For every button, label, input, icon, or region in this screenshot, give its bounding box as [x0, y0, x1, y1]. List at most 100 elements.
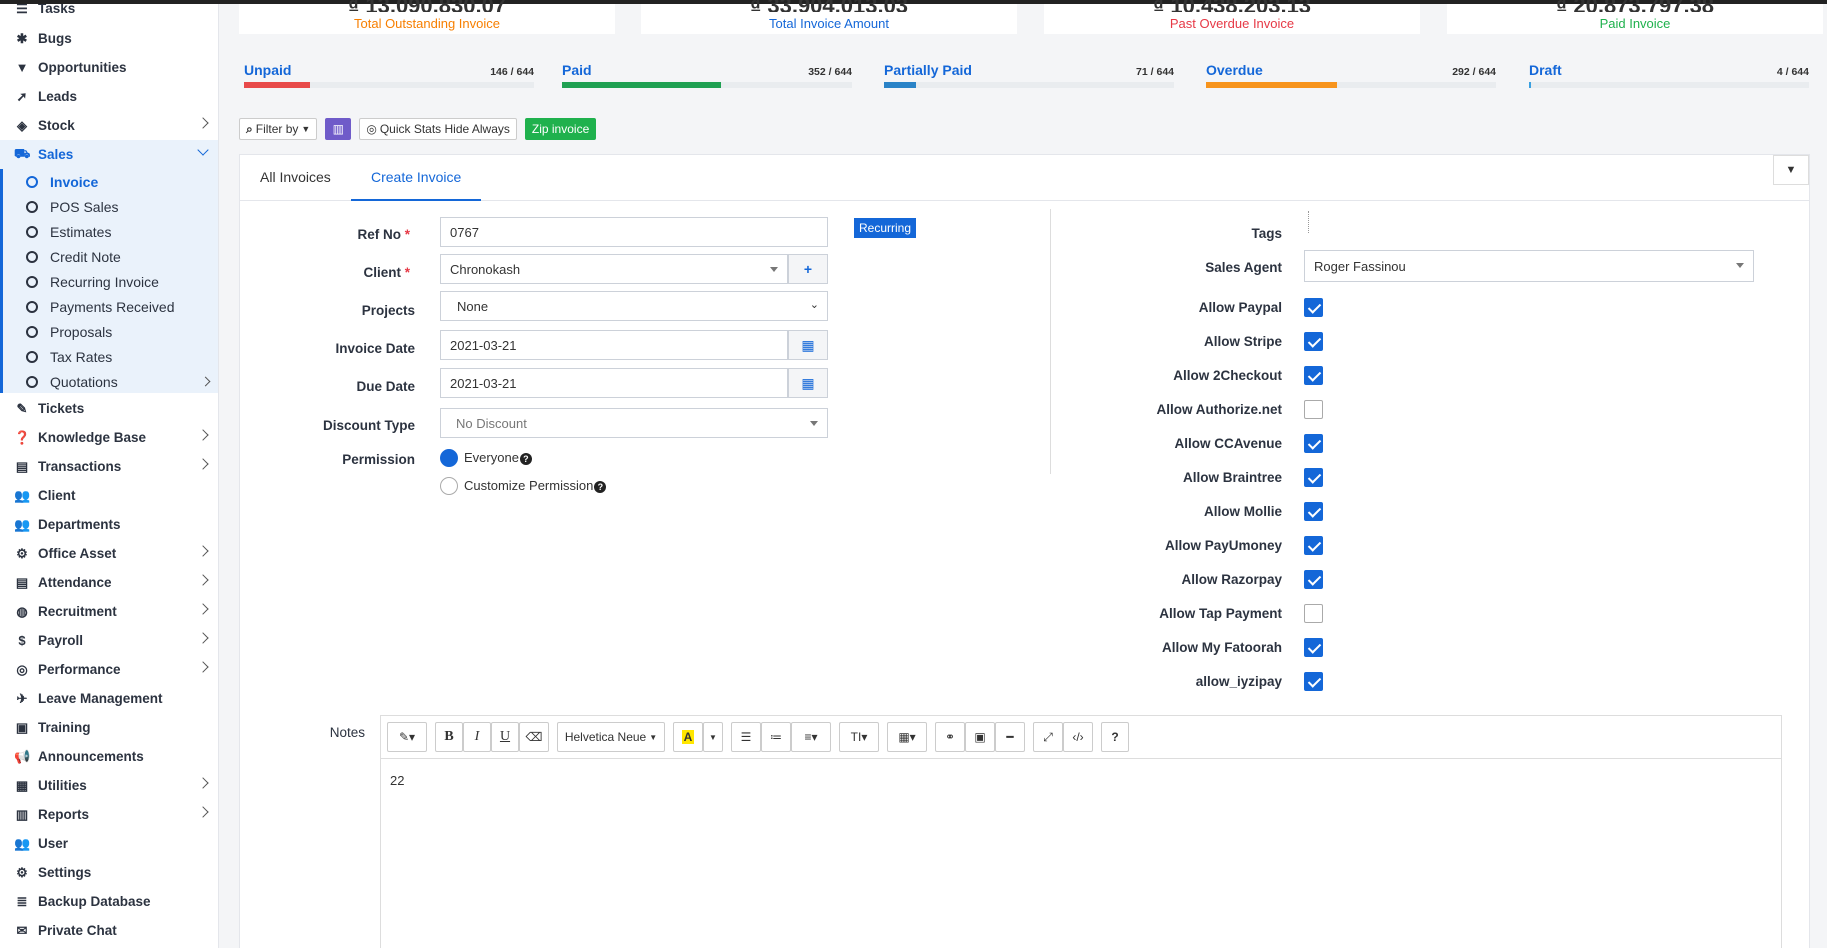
sidebar-item-transactions[interactable]: ▤ Transactions: [0, 452, 218, 481]
permission-customize-radio[interactable]: [440, 477, 458, 495]
progress-overdue[interactable]: Overdue 292 / 644: [1201, 52, 1501, 94]
progress-draft[interactable]: Draft 4 / 644: [1524, 52, 1814, 94]
due-date-picker[interactable]: ▦: [788, 368, 828, 398]
sidebar-subitem-estimates[interactable]: Estimates: [0, 219, 218, 244]
table-button[interactable]: ▦▾: [887, 722, 927, 752]
style-button[interactable]: ✎▾: [387, 722, 427, 752]
sidebar-subitem-quotations[interactable]: Quotations: [0, 369, 218, 394]
progress-paid[interactable]: Paid 352 / 644: [557, 52, 857, 94]
paragraph-button[interactable]: ≡▾: [791, 722, 831, 752]
payment-checkbox[interactable]: [1304, 536, 1323, 555]
payment-checkbox[interactable]: [1304, 332, 1323, 351]
ref-no-input[interactable]: 0767: [440, 217, 828, 247]
sidebar-subitem-proposals[interactable]: Proposals: [0, 319, 218, 344]
payment-checkbox[interactable]: [1304, 400, 1323, 419]
notes-editor[interactable]: ✎▾ B I U ⌫ Helvetica Neue ▼ A ▼ ☰ ≔ ≡▾ TI…: [380, 715, 1782, 948]
permission-everyone-radio[interactable]: [440, 449, 458, 467]
sidebar-item-bugs[interactable]: ✱ Bugs: [0, 24, 218, 53]
sidebar-item-opportunities[interactable]: ▼ Opportunities: [0, 53, 218, 82]
recurring-button[interactable]: Recurring: [854, 218, 917, 238]
italic-button[interactable]: I: [463, 722, 491, 752]
sidebar-item-knowledge-base[interactable]: ❓ Knowledge Base: [0, 423, 218, 452]
sales-agent-select[interactable]: Roger Fassinou: [1304, 250, 1754, 282]
client-select[interactable]: Chronokash: [440, 254, 788, 284]
underline-button[interactable]: U: [491, 722, 519, 752]
sidebar-subitem-pos-sales[interactable]: POS Sales: [0, 194, 218, 219]
sidebar-item-recruitment[interactable]: ◍ Recruitment: [0, 597, 218, 626]
progress-name[interactable]: Paid: [562, 62, 592, 78]
invoice-date-input[interactable]: 2021-03-21: [440, 330, 788, 360]
question-icon[interactable]: ?: [594, 480, 607, 493]
font-color-dropdown[interactable]: ▼: [703, 722, 723, 752]
progress-name[interactable]: Partially Paid: [884, 62, 972, 78]
progress-name[interactable]: Unpaid: [244, 62, 291, 78]
sidebar-subitem-tax-rates[interactable]: Tax Rates: [0, 344, 218, 369]
font-family-dropdown[interactable]: Helvetica Neue ▼: [557, 722, 665, 752]
codeview-button[interactable]: ‹/›: [1063, 722, 1093, 752]
link-button[interactable]: ⚭: [935, 722, 965, 752]
sidebar-item-utilities[interactable]: ▦ Utilities: [0, 771, 218, 800]
sidebar-item-stock[interactable]: ◈ Stock: [0, 111, 218, 140]
panel-filter-button[interactable]: ▼: [1773, 155, 1809, 185]
payment-checkbox[interactable]: [1304, 570, 1323, 589]
sidebar-item-user[interactable]: 👥 User: [0, 829, 218, 858]
discount-type-select[interactable]: No Discount: [440, 408, 828, 438]
clear-format-button[interactable]: ⌫: [519, 722, 549, 752]
progress-unpaid[interactable]: Unpaid 146 / 644: [239, 52, 539, 94]
layers-icon: ◈: [17, 117, 27, 133]
ordered-list-button[interactable]: ≔: [761, 722, 791, 752]
zip-invoice-button[interactable]: Zip invoice: [524, 118, 597, 140]
payment-checkbox[interactable]: [1304, 638, 1323, 657]
payment-checkbox[interactable]: [1304, 672, 1323, 691]
sidebar-item-leave-management[interactable]: ✈ Leave Management: [0, 684, 218, 713]
payment-checkbox[interactable]: [1304, 502, 1323, 521]
notes-content[interactable]: 22: [381, 759, 1781, 802]
fullscreen-button[interactable]: ⤢: [1033, 722, 1063, 752]
add-client-button[interactable]: +: [788, 254, 828, 284]
tab-all-invoices[interactable]: All Invoices: [240, 155, 351, 201]
question-icon[interactable]: ?: [519, 452, 532, 465]
sidebar-subitem-invoice[interactable]: Invoice: [0, 169, 218, 194]
progress-name[interactable]: Draft: [1529, 62, 1562, 78]
invoice-date-picker[interactable]: ▦: [788, 330, 828, 360]
projects-select[interactable]: None ⌄: [440, 291, 828, 321]
sidebar-subitem-credit-note[interactable]: Credit Note: [0, 244, 218, 269]
sidebar-item-private-chat[interactable]: ✉ Private Chat: [0, 916, 218, 945]
sidebar-item-announcements[interactable]: 📢 Announcements: [0, 742, 218, 771]
progress-name[interactable]: Overdue: [1206, 62, 1263, 78]
help-button[interactable]: ?: [1101, 722, 1129, 752]
sidebar-item-attendance[interactable]: ▤ Attendance: [0, 568, 218, 597]
sidebar-item-tickets[interactable]: ✎ Tickets: [0, 394, 218, 423]
tab-create-invoice[interactable]: Create Invoice: [351, 155, 482, 201]
due-date-input[interactable]: 2021-03-21: [440, 368, 788, 398]
tags-input[interactable]: [1308, 211, 1309, 233]
sidebar-item-training[interactable]: ▣ Training: [0, 713, 218, 742]
payment-checkbox[interactable]: [1304, 468, 1323, 487]
sidebar-item-payroll[interactable]: $ Payroll: [0, 626, 218, 655]
quick-stats-button[interactable]: ◎ Quick Stats Hide Always: [359, 118, 517, 140]
sidebar-item-reports[interactable]: ▥ Reports: [0, 800, 218, 829]
line-height-button[interactable]: TI▾: [839, 722, 879, 752]
picture-button[interactable]: ▣: [965, 722, 995, 752]
unordered-list-button[interactable]: ☰: [731, 722, 761, 752]
sidebar-item-performance[interactable]: ◎ Performance: [0, 655, 218, 684]
payment-checkbox[interactable]: [1304, 434, 1323, 453]
payment-checkbox[interactable]: [1304, 604, 1323, 623]
sidebar-item-backup-database[interactable]: ≣ Backup Database: [0, 887, 218, 916]
payment-checkbox[interactable]: [1304, 366, 1323, 385]
sidebar-subitem-recurring-invoice[interactable]: Recurring Invoice: [0, 269, 218, 294]
sidebar-item-settings[interactable]: ⚙ Settings: [0, 858, 218, 887]
font-color-button[interactable]: A: [673, 722, 703, 752]
progress-partially-paid[interactable]: Partially Paid 71 / 644: [879, 52, 1179, 94]
hr-button[interactable]: ━: [995, 722, 1025, 752]
filter-by-button[interactable]: ⌕ Filter by ▼: [239, 118, 318, 140]
sidebar-item-office-asset[interactable]: ⚙ Office Asset: [0, 539, 218, 568]
payment-checkbox[interactable]: [1304, 298, 1323, 317]
bold-button[interactable]: B: [435, 722, 463, 752]
sidebar-item-client[interactable]: 👥 Client: [0, 481, 218, 510]
sidebar-item-leads[interactable]: ➚ Leads: [0, 82, 218, 111]
sidebar-item-departments[interactable]: 👥 Departments: [0, 510, 218, 539]
sidebar-item-sales[interactable]: ⛟ Sales: [0, 140, 218, 169]
sidebar-subitem-payments-received[interactable]: Payments Received: [0, 294, 218, 319]
stats-chart-button[interactable]: ▥: [325, 118, 352, 140]
